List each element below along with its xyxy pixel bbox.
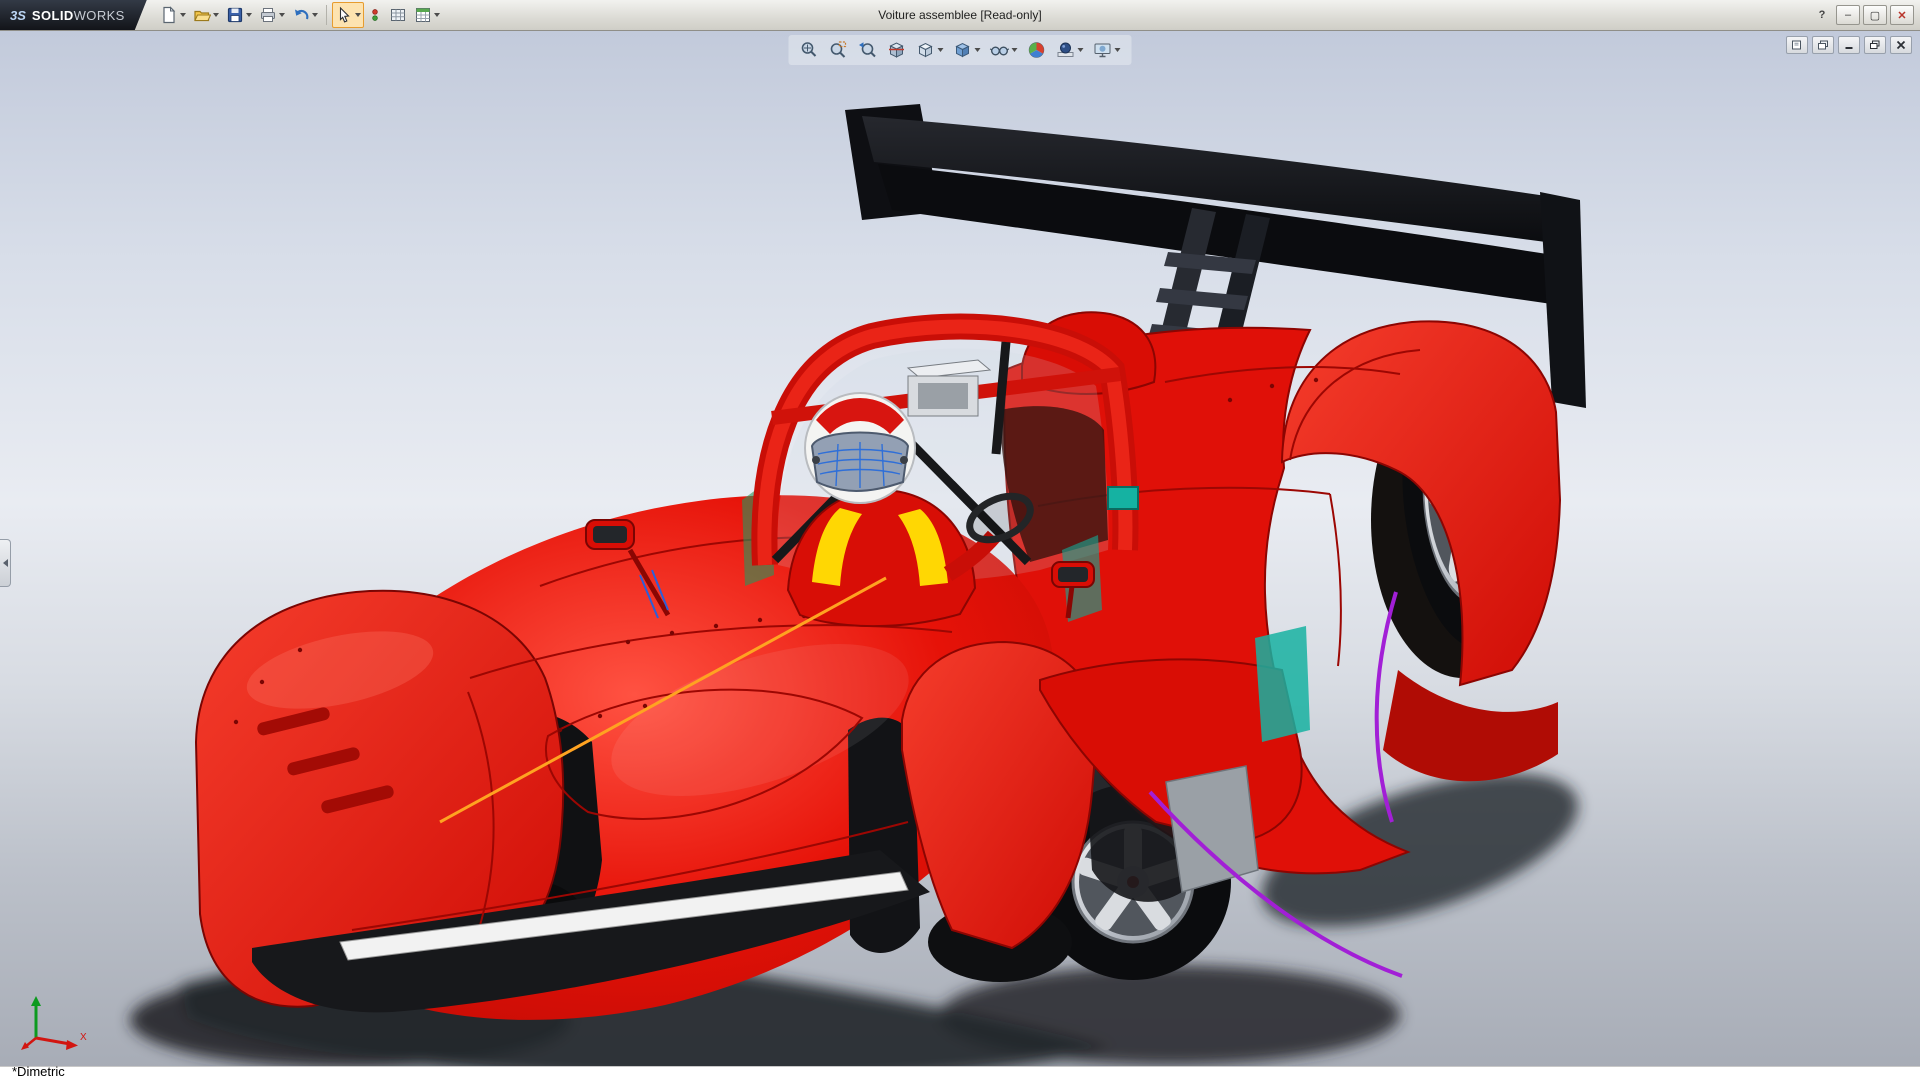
teal-accent-box — [1108, 487, 1138, 509]
dropdown-caret[interactable] — [434, 13, 440, 17]
teal-side-panel — [1255, 626, 1310, 742]
document-window-controls — [1786, 36, 1912, 54]
new-window-button[interactable] — [1786, 36, 1808, 54]
minimize-glyph: – — [1845, 9, 1851, 21]
view-orientation-button[interactable] — [913, 37, 947, 63]
display-style-button[interactable] — [950, 37, 984, 63]
maximize-glyph: ▢ — [1870, 9, 1880, 22]
print-icon — [259, 6, 277, 24]
graphics-viewport[interactable]: X *Dimetric — [0, 30, 1920, 1080]
selection-filter-button[interactable] — [365, 2, 385, 28]
view-orientation-icon — [916, 40, 936, 60]
undo-icon — [292, 6, 310, 24]
hide-show-items-icon — [990, 40, 1010, 60]
dropdown-caret[interactable] — [213, 13, 219, 17]
minimize-document-button[interactable] — [1838, 36, 1860, 54]
triad-x-label: X — [80, 1032, 87, 1043]
dropdown-caret[interactable] — [938, 48, 944, 52]
zoom-to-fit-button[interactable] — [797, 37, 823, 63]
logo-text-solid: SOLID — [32, 8, 74, 23]
model-canvas[interactable] — [0, 30, 1920, 1080]
solidworks-window: 3S SOLIDWORKS — [0, 0, 1920, 1080]
save-button[interactable] — [223, 2, 255, 28]
restore-document-button[interactable] — [1864, 36, 1886, 54]
triad-x-axis — [36, 1038, 70, 1044]
dropdown-caret[interactable] — [1078, 48, 1084, 52]
new-document-icon — [160, 6, 178, 24]
orientation-triad: X — [20, 990, 90, 1054]
logo-text-works: WORKS — [74, 8, 125, 23]
main-toolbar — [157, 2, 443, 28]
save-icon — [226, 6, 244, 24]
help-glyph: ? — [1819, 9, 1826, 21]
design-table-button[interactable] — [411, 2, 443, 28]
view-settings-icon — [1093, 40, 1113, 60]
close-glyph: ✕ — [1897, 9, 1906, 22]
close-button[interactable]: ✕ — [1890, 5, 1914, 25]
view-grid-button[interactable] — [386, 2, 410, 28]
dropdown-caret[interactable] — [355, 13, 361, 17]
view-orientation-label: *Dimetric — [12, 1064, 65, 1079]
window-controls: ? – ▢ ✕ — [1811, 5, 1920, 25]
close-document-icon — [1895, 40, 1907, 50]
apply-scene-icon — [1056, 40, 1076, 60]
print-button[interactable] — [256, 2, 288, 28]
heads-up-view-toolbar — [789, 35, 1132, 65]
section-view-icon — [887, 40, 907, 60]
cascade-windows-button[interactable] — [1812, 36, 1834, 54]
previous-view-button[interactable] — [855, 37, 881, 63]
help-button[interactable]: ? — [1811, 6, 1833, 24]
minimize-document-icon — [1843, 40, 1855, 50]
minimize-button[interactable]: – — [1836, 5, 1860, 25]
new-window-icon — [1791, 40, 1803, 50]
dropdown-caret[interactable] — [279, 13, 285, 17]
view-settings-button[interactable] — [1090, 37, 1124, 63]
dropdown-caret[interactable] — [975, 48, 981, 52]
select-button[interactable] — [332, 2, 364, 28]
dropdown-caret[interactable] — [1012, 48, 1018, 52]
maximize-button[interactable]: ▢ — [1863, 5, 1887, 25]
status-bar — [0, 1066, 1920, 1080]
selection-filter-icon — [368, 6, 382, 24]
dropdown-caret[interactable] — [246, 13, 252, 17]
section-view-button[interactable] — [884, 37, 910, 63]
close-document-button[interactable] — [1890, 36, 1912, 54]
dropdown-caret[interactable] — [1115, 48, 1121, 52]
select-cursor-icon — [335, 6, 353, 24]
logo-text: SOLIDWORKS — [32, 8, 125, 23]
dropdown-caret[interactable] — [312, 13, 318, 17]
edit-appearance-icon — [1027, 40, 1047, 60]
hoop-intake-box — [908, 360, 990, 416]
open-button[interactable] — [190, 2, 222, 28]
cascade-windows-icon — [1817, 40, 1829, 50]
undo-button[interactable] — [289, 2, 321, 28]
zoom-to-area-button[interactable] — [826, 37, 852, 63]
titlebar: 3S SOLIDWORKS — [0, 0, 1920, 31]
feature-manager-collapse-tab[interactable] — [0, 539, 11, 587]
open-folder-icon — [193, 6, 211, 24]
design-table-icon — [414, 6, 432, 24]
toolbar-separator — [326, 5, 327, 25]
apply-scene-button[interactable] — [1053, 37, 1087, 63]
solidworks-logo: 3S SOLIDWORKS — [0, 0, 147, 30]
view-grid-icon — [389, 6, 407, 24]
zoom-to-area-icon — [829, 40, 849, 60]
previous-view-icon — [858, 40, 878, 60]
dropdown-caret[interactable] — [180, 13, 186, 17]
3ds-logo-icon: 3S — [10, 8, 26, 23]
new-document-button[interactable] — [157, 2, 189, 28]
edit-appearance-button[interactable] — [1024, 37, 1050, 63]
display-style-icon — [953, 40, 973, 60]
restore-document-icon — [1869, 40, 1881, 50]
zoom-to-fit-icon — [800, 40, 820, 60]
hide-show-items-button[interactable] — [987, 37, 1021, 63]
